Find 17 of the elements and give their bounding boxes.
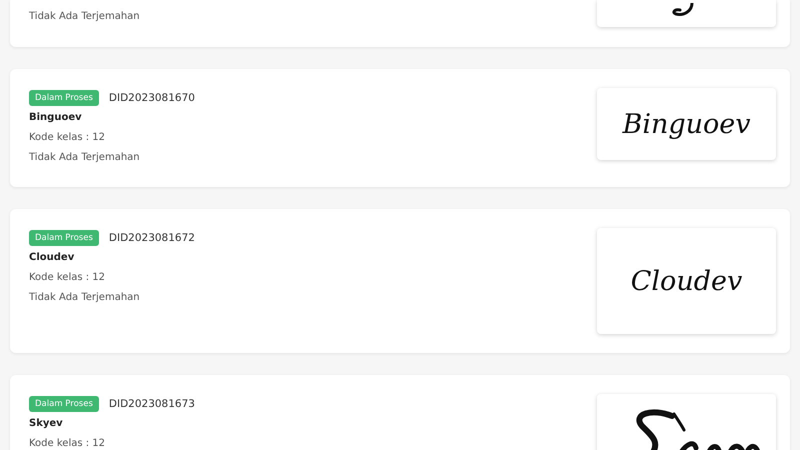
- order-id: DID2023081672: [108, 232, 195, 244]
- status-badge: Dalam Proses: [29, 230, 99, 246]
- logo-text: Binguoev: [622, 108, 751, 140]
- status-badge: Dalam Proses: [29, 90, 99, 106]
- status-badge: Dalam Proses: [29, 396, 99, 412]
- order-id: DID2023081673: [108, 398, 195, 410]
- brand-name: Binguoev: [29, 111, 82, 125]
- translation-note: Tidak Ada Terjemahan: [29, 151, 140, 165]
- logo-text: Cloudev: [630, 266, 742, 296]
- brand-name: Cloudev: [29, 251, 74, 265]
- translation-note: Tidak Ada Terjemahan: [29, 10, 140, 24]
- translation-note: Tidak Ada Terjemahan: [29, 291, 140, 305]
- order-id: DID2023081670: [108, 92, 195, 104]
- class-code: Kode kelas : 12: [29, 131, 106, 145]
- class-code: Kode kelas : 12: [29, 437, 106, 450]
- brand-name: Skyev: [29, 417, 63, 431]
- class-code: Kode kelas : 12: [29, 271, 106, 285]
